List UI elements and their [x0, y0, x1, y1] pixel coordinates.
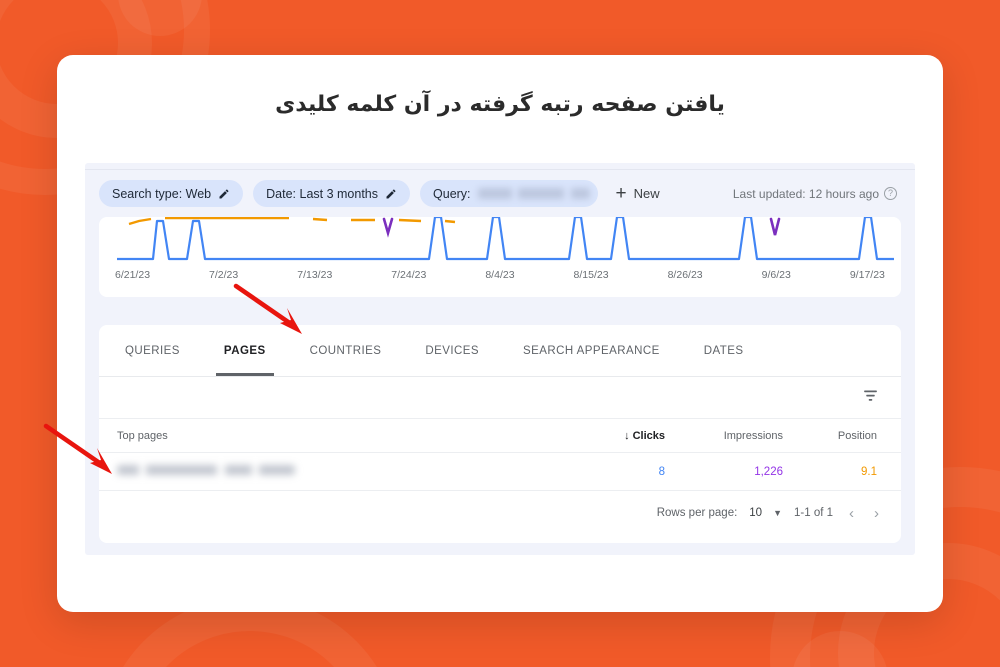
- chart-x-axis: 6/21/23 7/2/23 7/13/23 7/24/23 8/4/23 8/…: [99, 269, 901, 281]
- table-header-row: Top pages ↓ Clicks Impressions Position: [99, 419, 901, 453]
- cell-page-url[interactable]: [99, 452, 567, 491]
- dimension-table-card: QUERIES PAGES COUNTRIES DEVICES SEARCH A…: [99, 325, 901, 543]
- pencil-icon: [218, 188, 230, 200]
- column-header-position[interactable]: Position: [805, 419, 901, 453]
- chart-x-tick: 6/21/23: [115, 269, 151, 281]
- cell-clicks: 8: [567, 452, 687, 491]
- chart-x-tick: 7/13/23: [297, 269, 333, 281]
- table-row[interactable]: 8 1,226 9.1: [99, 452, 901, 491]
- rows-per-page-label: Rows per page:: [656, 507, 738, 519]
- column-header-top-pages[interactable]: Top pages: [99, 419, 567, 453]
- table-body: 8 1,226 9.1: [99, 452, 901, 491]
- filter-chip-date-label: Date: Last 3 months: [266, 186, 379, 201]
- chart-x-tick: 8/26/23: [667, 269, 703, 281]
- plus-icon: +: [615, 183, 627, 204]
- tab-pages[interactable]: PAGES: [202, 325, 288, 376]
- tab-pages-label: PAGES: [223, 344, 266, 357]
- pencil-icon: [385, 188, 397, 200]
- filter-chip-date[interactable]: Date: Last 3 months: [253, 180, 411, 207]
- new-filter-button[interactable]: + New: [616, 184, 660, 203]
- tab-queries[interactable]: QUERIES: [103, 325, 202, 376]
- tab-dates-label: DATES: [703, 344, 744, 357]
- decorative-dot-top-left: [118, 0, 202, 36]
- chart-x-tick: 8/4/23: [485, 269, 515, 281]
- help-circle-icon[interactable]: ?: [884, 187, 897, 200]
- tab-countries[interactable]: COUNTRIES: [288, 325, 404, 376]
- column-header-impressions-label: Impressions: [723, 430, 783, 442]
- filter-chip-query[interactable]: Query:: [420, 180, 598, 207]
- tab-queries-label: QUERIES: [125, 344, 180, 357]
- column-header-clicks[interactable]: ↓ Clicks: [567, 419, 687, 453]
- dimension-tabs: QUERIES PAGES COUNTRIES DEVICES SEARCH A…: [99, 325, 901, 377]
- cell-position: 9.1: [805, 452, 901, 491]
- column-header-top-pages-label: Top pages: [117, 430, 168, 442]
- filter-chip-query-value-blurred: [477, 188, 590, 199]
- search-console-screenshot: Search type: Web Date: Last 3 months Que…: [85, 163, 915, 555]
- tab-search-appearance[interactable]: SEARCH APPEARANCE: [501, 325, 682, 376]
- page-url-blurred: [117, 465, 295, 475]
- rows-per-page-select[interactable]: 10 ▼: [749, 507, 782, 519]
- sort-descending-icon: ↓: [624, 430, 630, 442]
- chart-x-tick: 8/15/23: [573, 269, 609, 281]
- page-title: یافتن صفحه رتبه گرفته در آن کلمه کلیدی: [275, 92, 725, 117]
- tab-devices[interactable]: DEVICES: [403, 325, 501, 376]
- chart-x-tick: 7/24/23: [391, 269, 427, 281]
- new-filter-button-label: New: [633, 186, 660, 201]
- pagination-range-label: 1-1 of 1: [794, 507, 833, 519]
- content-card: یافتن صفحه رتبه گرفته در آن کلمه کلیدی S…: [57, 55, 943, 612]
- filter-bar: Search type: Web Date: Last 3 months Que…: [85, 169, 915, 217]
- decorative-dot-bottom-right: [792, 631, 888, 667]
- performance-chart: [117, 217, 894, 261]
- tab-dates[interactable]: DATES: [682, 325, 766, 376]
- chevron-right-icon[interactable]: ›: [870, 505, 883, 522]
- chevron-down-icon: ▼: [773, 508, 782, 518]
- rows-per-page-value: 10: [749, 507, 763, 519]
- chevron-left-icon[interactable]: ‹: [845, 505, 858, 522]
- column-header-position-label: Position: [837, 430, 877, 442]
- tab-search-appearance-label: SEARCH APPEARANCE: [523, 344, 660, 357]
- cell-impressions: 1,226: [687, 452, 805, 491]
- tab-devices-label: DEVICES: [425, 344, 480, 357]
- column-header-clicks-label: Clicks: [632, 430, 665, 442]
- last-updated-status: Last updated: 12 hours ago ?: [733, 187, 901, 201]
- table-head: Top pages ↓ Clicks Impressions Position: [99, 419, 901, 453]
- filter-chip-query-label: Query:: [433, 186, 471, 201]
- filter-chip-search-type-label: Search type: Web: [112, 186, 212, 201]
- performance-chart-card: 6/21/23 7/2/23 7/13/23 7/24/23 8/4/23 8/…: [99, 217, 901, 297]
- tab-countries-label: COUNTRIES: [309, 344, 382, 357]
- table-pagination: Rows per page: 10 ▼ 1-1 of 1 ‹ ›: [99, 491, 901, 535]
- orange-background: یافتن صفحه رتبه گرفته در آن کلمه کلیدی S…: [0, 0, 1000, 667]
- filter-chip-search-type[interactable]: Search type: Web: [99, 180, 244, 207]
- top-pages-table: Top pages ↓ Clicks Impressions Position …: [99, 419, 901, 491]
- chart-x-tick: 9/17/23: [849, 269, 885, 281]
- column-header-impressions[interactable]: Impressions: [687, 419, 805, 453]
- last-updated-label: Last updated: 12 hours ago: [732, 186, 879, 201]
- funnel-icon[interactable]: [862, 387, 879, 409]
- chart-x-tick: 9/6/23: [761, 269, 791, 281]
- chart-x-tick: 7/2/23: [209, 269, 239, 281]
- table-filter-row: [99, 377, 901, 419]
